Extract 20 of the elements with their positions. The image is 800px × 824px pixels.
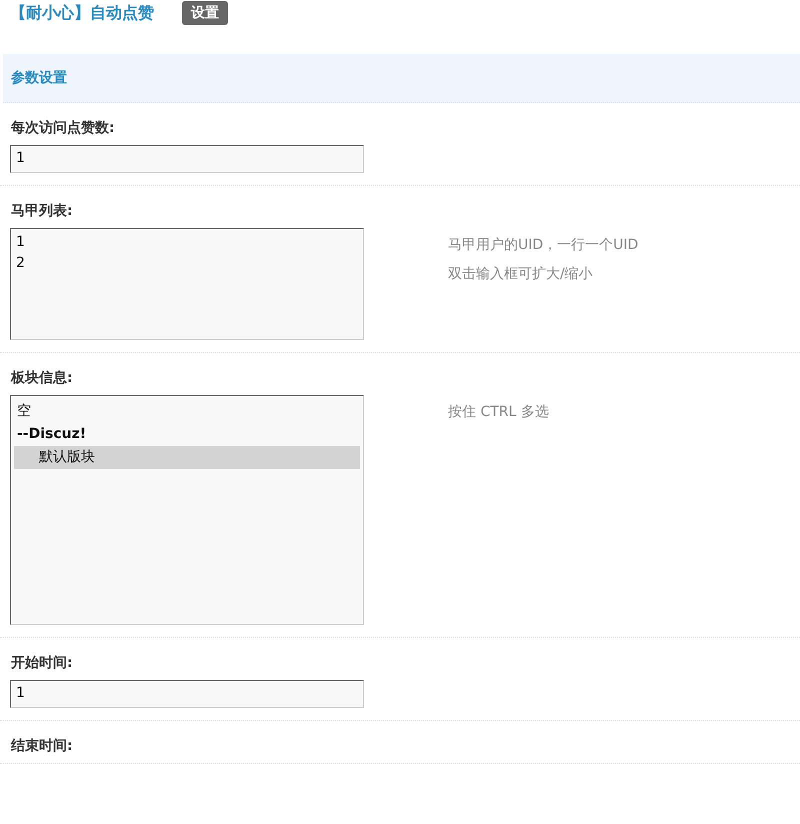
field-label: 开始时间:: [10, 654, 74, 668]
multi-select-list[interactable]: 空 --Discuz! 默认版块: [10, 395, 364, 625]
hint-text: 双击输入框可扩大/缩小: [448, 265, 594, 284]
text-area[interactable]: 1 2: [10, 228, 364, 340]
text-line: 1: [16, 233, 26, 252]
hint-text: 马甲用户的UID，一行一个UID: [448, 236, 638, 255]
page-title: 【耐小心】自动点赞: [10, 2, 154, 24]
field-label: 马甲列表:: [10, 202, 74, 216]
field-label: 结束时间:: [10, 737, 74, 751]
list-option[interactable]: 默认版块: [14, 446, 360, 469]
field-label: 板块信息:: [10, 369, 74, 383]
list-option[interactable]: 空: [14, 400, 360, 423]
text-line: 2: [16, 254, 26, 273]
field-label: 每次访问点赞数:: [10, 118, 116, 133]
section-title: 参数设置: [11, 69, 67, 87]
list-option[interactable]: --Discuz!: [14, 423, 360, 446]
input-field[interactable]: 1: [10, 145, 364, 173]
hint-text: 按住 CTRL 多选: [448, 403, 549, 422]
settings-tab[interactable]: 设置: [182, 1, 228, 25]
input-field[interactable]: 1: [10, 680, 364, 708]
